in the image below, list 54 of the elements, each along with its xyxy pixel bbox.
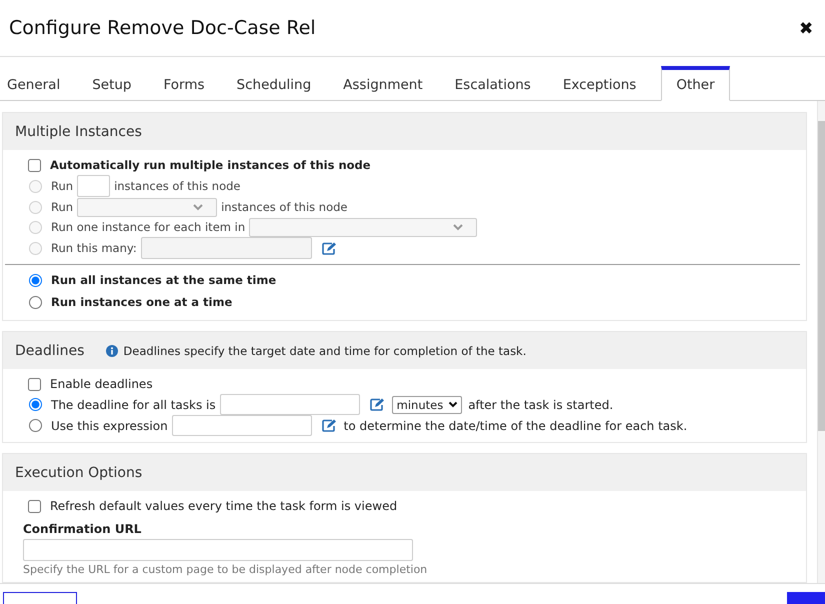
option-label: The deadline for all tasks is [51, 398, 216, 412]
info-text: Deadlines specify the target date and time for completion of the task. [123, 344, 526, 358]
tab[interactable]: Scheduling [230, 66, 328, 101]
checkbox-label: Enable deadlines [50, 377, 153, 391]
tab[interactable]: Escalations [448, 66, 547, 101]
scrollbar[interactable] [817, 101, 825, 583]
url-field[interactable] [23, 539, 413, 561]
checkbox[interactable] [28, 158, 41, 172]
option-label: Use this expression [51, 418, 168, 432]
tab[interactable]: Exceptions [556, 66, 652, 101]
option-label: Run one instance for each item in [51, 220, 246, 234]
text-field[interactable] [220, 394, 360, 415]
primary-button[interactable] [787, 592, 825, 604]
tab[interactable]: Forms [156, 66, 221, 101]
edit-icon[interactable] [322, 419, 337, 432]
field-hint: Specify the URL for a custom page to be displayed after node completion [23, 563, 428, 576]
dropdown[interactable] [77, 198, 218, 216]
option-label: Run instances one at a time [51, 295, 232, 309]
edit-icon[interactable] [370, 398, 385, 411]
option-label: Run all instances at the same time [51, 273, 276, 287]
tab[interactable]: Setup [85, 66, 148, 101]
checkbox-label: Automatically run multiple instances of this node [50, 158, 371, 172]
edit-icon[interactable] [322, 242, 337, 254]
checkbox-label: Refresh default values every time the task form is viewed [50, 499, 398, 513]
tab[interactable]: Other [661, 66, 730, 101]
option-label: to determine the date/time of the deadline for each task. [344, 418, 688, 432]
radio-button[interactable] [29, 398, 42, 411]
chevron-icon [452, 223, 464, 231]
section-title: Execution Options [15, 464, 142, 480]
option-label: instances of this node [221, 200, 348, 214]
chevron-icon [448, 401, 458, 408]
radio-button[interactable] [29, 419, 42, 432]
dropdown[interactable] [249, 218, 478, 236]
option-label: Run this many: [51, 241, 137, 255]
option-label: Run [51, 179, 74, 193]
field-label: Confirmation URL [23, 522, 142, 536]
secondary-button[interactable] [3, 592, 77, 604]
section-title: Deadlines [15, 342, 84, 358]
checkbox[interactable] [28, 500, 41, 512]
radio-button[interactable] [29, 296, 42, 308]
tab[interactable]: Assignment [336, 66, 439, 101]
section-title: Multiple Instances [15, 124, 142, 140]
checkbox[interactable] [28, 378, 41, 390]
unit-dropdown[interactable]: minutes [392, 396, 462, 414]
close-button[interactable]: ✖ [795, 18, 817, 38]
chevron-icon [192, 203, 204, 211]
window-title: Configure Remove Doc-Case Rel [9, 17, 316, 39]
option-label: instances of this node [114, 179, 241, 193]
text-field[interactable] [172, 415, 312, 436]
option-label: Run [51, 200, 74, 214]
info-icon [106, 344, 118, 356]
tab[interactable]: General [0, 66, 76, 101]
option-label: after the task is started. [468, 398, 614, 412]
radio-button[interactable] [29, 274, 42, 286]
